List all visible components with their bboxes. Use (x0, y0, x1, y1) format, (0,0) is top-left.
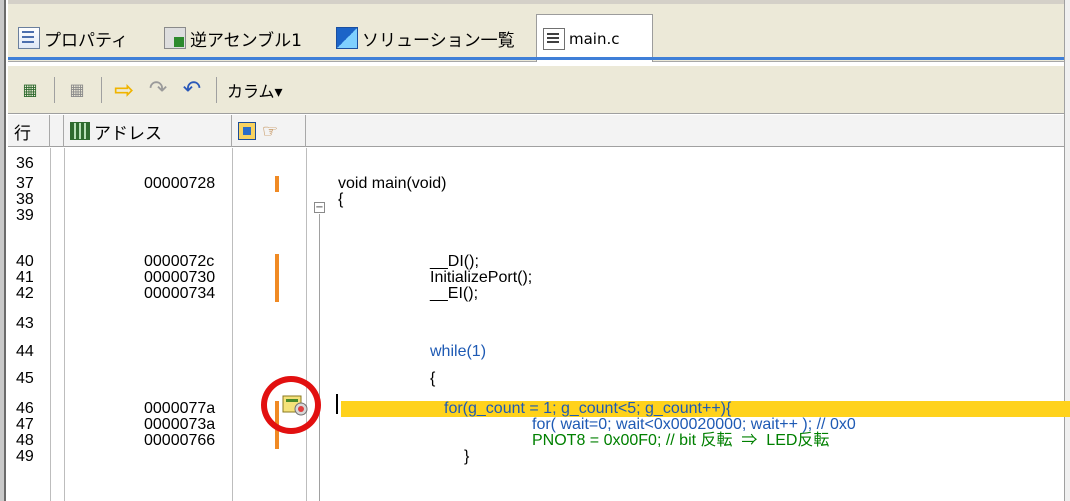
tab-label: ソリューション一覧 (362, 30, 515, 51)
step-over-button[interactable]: ↷ (142, 74, 174, 106)
step-over-icon: ↷ (148, 77, 168, 102)
disassembly-icon (164, 27, 186, 49)
code-row[interactable]: 40 0000072c __DI(); (8, 254, 1064, 270)
tab-solution-list[interactable]: ソリューション一覧 (330, 14, 521, 62)
tab-label: プロパティ (44, 30, 128, 51)
source-code: while(1) (430, 343, 487, 360)
coverage-marker (275, 286, 279, 302)
line-number: 40 (16, 253, 34, 270)
source-mode-icon: ▦ (22, 80, 38, 99)
tab-label: 逆アセンブル1 (190, 30, 302, 51)
line-number: 49 (16, 448, 34, 465)
source-code: for( wait=0; wait<0x00020000; wait++ ); … (532, 416, 856, 433)
line-number: 37 (16, 175, 34, 192)
event-window-icon (238, 122, 256, 140)
source-file-icon (543, 27, 565, 50)
address-value: 00000734 (144, 285, 216, 302)
source-code: } (464, 448, 470, 465)
address-value: 0000072c (144, 253, 215, 270)
column-header-address[interactable]: アドレス (64, 115, 232, 147)
code-row[interactable]: 47 0000073a for( wait=0; wait<0x00020000… (8, 417, 1064, 433)
address-value: 00000766 (144, 432, 216, 449)
toolbar-separator (216, 76, 217, 103)
toolbar-separator (101, 76, 102, 103)
tab-properties[interactable]: プロパティ (12, 14, 134, 62)
code-row[interactable]: 49 } (8, 449, 1064, 465)
code-row[interactable]: 45 { (8, 371, 1064, 387)
properties-icon (18, 27, 40, 49)
line-number: 45 (16, 370, 34, 387)
code-row[interactable]: 41 00000730 InitializePort(); (8, 270, 1064, 286)
go-to-pc-button[interactable]: ⇨ (108, 74, 140, 106)
line-number: 36 (16, 155, 34, 172)
code-row[interactable]: 38 { (8, 192, 1064, 208)
column-header: 行 アドレス ☞ (8, 115, 1064, 147)
line-number: 46 (16, 400, 34, 417)
source-code: PNOT8 = 0x00F0; // bit 反転 ⇒ LED反転 (532, 432, 830, 449)
coverage-marker (275, 270, 279, 286)
column-header-line[interactable]: 行 (8, 115, 50, 147)
source-grid: 36 37 00000728 void main(void) 38 { − 39… (8, 148, 1070, 501)
undo-arrow-icon: ↶ (182, 77, 202, 102)
line-number: 47 (16, 416, 34, 433)
code-row[interactable]: 39 (8, 208, 1064, 224)
toolbar-separator (54, 76, 55, 103)
column-line-label: 行 (14, 123, 31, 144)
source-code: { (338, 191, 344, 208)
line-number: 48 (16, 432, 34, 449)
source-code: for(g_count = 1; g_count<5; g_count++){ (444, 400, 732, 417)
coverage-marker (275, 254, 279, 270)
show-mixed-button[interactable]: ▦ (61, 74, 93, 106)
solution-list-icon (336, 27, 358, 49)
tab-main-c[interactable]: main.c (536, 14, 653, 62)
column-address-label: アドレス (94, 123, 162, 144)
line-number: 44 (16, 343, 34, 360)
column-header-spacer (50, 115, 64, 147)
active-tab-underline (8, 57, 1064, 60)
address-value: 0000077a (144, 400, 216, 417)
editor-toolbar: ▦ ▦ ⇨ ↷ ↶ カラム▾ (8, 66, 1064, 114)
show-source-button[interactable]: ▦ (14, 74, 46, 106)
column-header-events[interactable]: ☞ (232, 115, 306, 147)
coverage-marker (275, 433, 279, 449)
address-value: 00000728 (144, 175, 216, 192)
line-number: 41 (16, 269, 34, 286)
window-left-border (0, 0, 6, 501)
tab-bar: プロパティ 逆アセンブル1 ソリューション一覧 main.c (8, 0, 1064, 62)
line-number: 43 (16, 315, 34, 332)
code-row[interactable]: 37 00000728 void main(void) (8, 176, 1064, 192)
hand-pointer-icon: ☞ (262, 120, 279, 142)
source-code: __DI(); (430, 253, 479, 270)
code-row-current[interactable]: 46 0000077a for(g_count = 1; g_count<5; … (8, 401, 1064, 417)
arrow-right-icon: ⇨ (113, 75, 135, 104)
coverage-marker (275, 176, 279, 192)
source-code: { (430, 370, 436, 387)
window-right-border (1064, 0, 1070, 501)
code-row[interactable]: 43 (8, 316, 1064, 332)
source-code: InitializePort(); (430, 269, 533, 286)
source-code: void main(void) (338, 175, 447, 192)
tab-disassembly[interactable]: 逆アセンブル1 (158, 14, 308, 62)
text-cursor (336, 394, 338, 414)
address-value: 00000730 (144, 269, 216, 286)
tabbar-top-strip (8, 0, 1064, 4)
tab-label: main.c (569, 29, 620, 48)
code-row[interactable]: 42 00000734 __EI(); (8, 286, 1064, 302)
grid-icon (70, 122, 90, 140)
source-code: __EI(); (430, 285, 479, 302)
code-row[interactable]: 48 00000766 PNOT8 = 0x00F0; // bit 反転 ⇒ … (8, 433, 1064, 449)
column-dropdown[interactable]: カラム▾ (223, 78, 287, 102)
code-row[interactable]: 44 while(1) (8, 344, 1064, 360)
address-value: 0000073a (144, 416, 216, 433)
line-number: 38 (16, 191, 34, 208)
annotation-circle (261, 376, 321, 434)
line-number: 39 (16, 207, 34, 224)
line-number: 42 (16, 285, 34, 302)
return-button[interactable]: ↶ (176, 74, 208, 106)
mixed-mode-icon: ▦ (69, 80, 85, 99)
code-row[interactable]: 36 (8, 156, 1064, 172)
